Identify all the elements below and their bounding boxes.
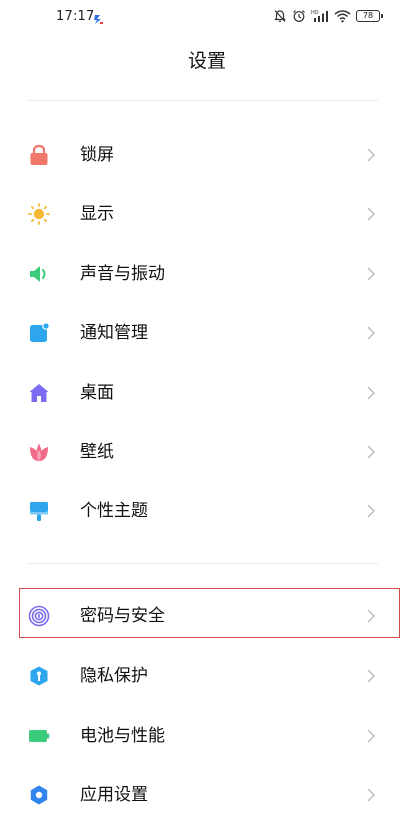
menu-label: 壁纸 xyxy=(80,442,114,462)
sun-icon xyxy=(28,203,50,225)
menu-item-home-screen[interactable]: 桌面 xyxy=(0,364,414,422)
page-title: 设置 xyxy=(187,50,226,72)
group-divider xyxy=(28,563,378,564)
chevron-right-icon xyxy=(367,729,376,743)
svg-text:HD: HD xyxy=(311,10,319,16)
menu-item-themes[interactable]: 个性主题 xyxy=(0,482,414,540)
menu-item-lock-screen[interactable]: 锁屏 xyxy=(0,126,414,184)
status-bar: 17:17 HD 78 xyxy=(0,0,414,30)
status-icons: HD 78 xyxy=(273,8,383,24)
menu-label: 应用设置 xyxy=(80,785,148,805)
status-time: 17:17 xyxy=(56,9,95,24)
wifi-icon xyxy=(334,9,351,23)
fingerprint-icon xyxy=(28,605,50,627)
battery-icon xyxy=(28,725,50,747)
home-icon xyxy=(28,382,50,404)
menu-item-password-security[interactable]: 密码与安全 xyxy=(0,588,414,646)
menu-label: 电池与性能 xyxy=(80,726,165,746)
chevron-right-icon xyxy=(367,669,376,683)
battery-indicator: 78 xyxy=(356,10,383,22)
menu-label: 桌面 xyxy=(80,383,114,403)
bell-off-icon xyxy=(273,9,287,23)
menu-label: 个性主题 xyxy=(80,501,148,521)
menu-label: 通知管理 xyxy=(80,323,148,343)
gear-icon xyxy=(28,784,50,806)
brush-icon xyxy=(28,500,50,522)
chevron-right-icon xyxy=(367,267,376,281)
menu-item-display[interactable]: 显示 xyxy=(0,185,414,243)
menu-item-battery-performance[interactable]: 电池与性能 xyxy=(0,707,414,765)
lock-icon xyxy=(28,144,50,166)
tulip-icon xyxy=(28,441,50,463)
privacy-shield-icon xyxy=(28,665,50,687)
menu-label: 隐私保护 xyxy=(80,666,148,686)
menu-label: 声音与振动 xyxy=(80,264,165,284)
battery-level: 78 xyxy=(362,11,374,20)
menu-item-privacy[interactable]: 隐私保护 xyxy=(0,647,414,705)
menu-item-wallpaper[interactable]: 壁纸 xyxy=(0,423,414,481)
chevron-right-icon xyxy=(367,445,376,459)
chevron-right-icon xyxy=(367,788,376,802)
chevron-right-icon xyxy=(367,504,376,518)
notification-app-icon xyxy=(92,10,104,24)
menu-item-sound-vibration[interactable]: 声音与振动 xyxy=(0,245,414,303)
menu-label: 锁屏 xyxy=(80,145,114,165)
chevron-right-icon xyxy=(367,326,376,340)
alarm-icon xyxy=(292,9,306,23)
chevron-right-icon xyxy=(367,609,376,623)
menu-label: 密码与安全 xyxy=(80,606,165,626)
header-divider xyxy=(28,100,378,101)
chevron-right-icon xyxy=(367,148,376,162)
chevron-right-icon xyxy=(367,386,376,400)
hd-signal-icon: HD xyxy=(311,9,329,23)
chevron-right-icon xyxy=(367,207,376,221)
menu-label: 显示 xyxy=(80,204,114,224)
menu-item-app-settings[interactable]: 应用设置 xyxy=(0,766,414,824)
menu-item-notifications[interactable]: 通知管理 xyxy=(0,304,414,362)
notification-icon xyxy=(28,322,50,344)
speaker-icon xyxy=(28,263,50,285)
